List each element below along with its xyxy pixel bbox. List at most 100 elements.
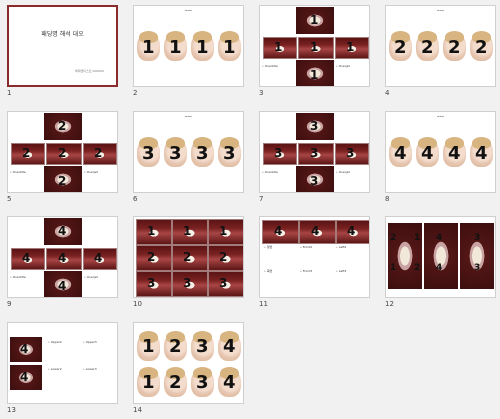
digit-label: 2 [94, 146, 103, 160]
digit-label: 1 [142, 37, 155, 58]
upper3-label: • Upper3 [83, 340, 97, 344]
slide-thumbnail-intraoral-3[interactable]: 3 3 3 3 3 • Overbite • Overjet [259, 111, 370, 193]
digit-label: 4 [223, 336, 236, 357]
digit-label: 1 [414, 233, 421, 243]
slide-thumbnail-faces-1[interactable]: ▬▬▬ 1 1 1 1 [133, 5, 244, 87]
digit-label: 2 [448, 37, 461, 58]
slide-thumbnail-occlusal[interactable]: 2 1 4 3 1 2 4 3 [385, 216, 496, 298]
overjet-label: • Overjet [84, 170, 98, 174]
left3-label: • Left3 [336, 269, 347, 273]
digit-label: 4 [94, 251, 103, 265]
digit-label: 2 [475, 37, 488, 58]
digit-label: 4 [347, 224, 356, 238]
slide-thumbnail-intraoral-1[interactable]: 1 1 1 1 1 • Overbite • Overjet [259, 5, 370, 87]
digit-label: 2 [58, 146, 67, 160]
digit-label: 1 [310, 13, 319, 27]
digit-label: 3 [196, 336, 209, 357]
slide-number: 13 [7, 406, 16, 414]
digit-label: 1 [310, 40, 319, 54]
title-slide-subtitle: 해피덴티스트 000000 [75, 69, 104, 73]
digit-label: 1 [219, 224, 228, 238]
digit-label: 3 [310, 119, 319, 133]
slide-number: 11 [259, 300, 268, 308]
digit-label: 4 [448, 143, 461, 164]
slide-thumbnail-faces-2[interactable]: ▬▬▬ 2 2 2 2 [385, 5, 496, 87]
digit-label: 2 [147, 250, 156, 264]
front-view-label: • 정면 [264, 245, 273, 249]
digit-label: 1 [274, 40, 283, 54]
slide-number: 4 [385, 89, 390, 97]
digit-label: 1 [223, 37, 236, 58]
digit-label: 3 [223, 143, 236, 164]
title-slide-title: 패딩명 해석 대오 [41, 31, 84, 38]
digit-label: 4 [394, 143, 407, 164]
digit-label: 3 [310, 174, 319, 188]
front2-label: • Front2 [300, 245, 313, 249]
slide-sorter-panel: { "title_slide": { "title": "패딩명 해석 대오",… [0, 0, 500, 419]
slide-thumbnail-intraoral-2[interactable]: 2 2 2 2 2 • Overbite • Overjet [7, 111, 118, 193]
slide-thumbnail-faces-grid[interactable]: 1 2 3 4 1 2 3 4 [133, 322, 244, 404]
digit-label: 4 [20, 342, 29, 356]
digit-label: 3 [474, 233, 481, 243]
digit-label: 1 [147, 224, 156, 238]
slide-number: 5 [7, 195, 12, 203]
left2-label: • Left2 [336, 245, 347, 249]
digit-label: 4 [22, 251, 31, 265]
slide-thumbnail-intraoral-4[interactable]: 4 4 4 4 4 • Overbite • Overjet [7, 216, 118, 298]
digit-label: 3 [169, 143, 182, 164]
overjet-label: • Overjet [336, 170, 350, 174]
slide-thumbnail-faces-3[interactable]: ▬▬▬ 3 3 3 3 [133, 111, 244, 193]
digit-label: 2 [394, 37, 407, 58]
digit-label: 1 [169, 37, 182, 58]
digit-label: 4 [20, 370, 29, 384]
digit-label: 2 [414, 263, 421, 273]
digit-label: 4 [421, 143, 434, 164]
front3-label: • Front3 [300, 269, 313, 273]
digit-label: 4 [274, 224, 283, 238]
digit-label: 2 [58, 174, 67, 188]
lower2-label: • Lower2 [48, 367, 62, 371]
digit-label: 3 [142, 143, 155, 164]
digit-label: 1 [346, 40, 355, 54]
digit-label: 2 [169, 336, 182, 357]
slide-number: 6 [133, 195, 138, 203]
digit-label: 4 [436, 233, 443, 243]
side-view-label: • 측면 [264, 269, 273, 273]
digit-label: 4 [311, 224, 320, 238]
digit-label: 2 [183, 250, 192, 264]
slide-number: 8 [385, 195, 390, 203]
slide-number: 12 [385, 300, 394, 308]
digit-label: 4 [58, 251, 67, 265]
digit-label: 1 [142, 372, 155, 393]
digit-label: 4 [58, 279, 67, 293]
overjet-label: • Overjet [84, 275, 98, 279]
slide-header: ▬▬▬ [436, 9, 445, 12]
slide-thumbnail-title[interactable]: 패딩명 해석 대오 해피덴티스트 000000 [7, 5, 118, 87]
digit-label: 2 [421, 37, 434, 58]
overbite-label: • Overbite [10, 275, 26, 279]
slide-number: 1 [7, 89, 12, 97]
slide-number: 14 [133, 406, 142, 414]
digit-label: 2 [169, 372, 182, 393]
slide-header: ▬▬▬ [184, 115, 193, 118]
digit-label: 3 [274, 146, 283, 160]
slide-header: ▬▬▬ [184, 9, 193, 12]
slide-thumbnail-comparison[interactable]: 4 4 4 • 정면 • Front2 • Left2 • 측면 • Front… [259, 216, 370, 298]
slide-number: 10 [133, 300, 142, 308]
digit-label: 4 [475, 143, 488, 164]
overbite-label: • Overbite [262, 64, 278, 68]
slide-number: 9 [7, 300, 12, 308]
digit-label: 4 [58, 224, 67, 238]
digit-label: 4 [436, 263, 443, 273]
slide-thumbnail-intraoral-grid[interactable]: 1 1 1 2 2 2 3 3 3 [133, 216, 244, 298]
digit-label: 3 [219, 276, 228, 290]
slide-number: 3 [259, 89, 264, 97]
slide-thumbnail-arches[interactable]: 4 4 • Upper2 • Upper3 • Lower2 • Lower3 [7, 322, 118, 404]
digit-label: 1 [390, 263, 397, 273]
overbite-label: • Overbite [262, 170, 278, 174]
digit-label: 3 [183, 276, 192, 290]
slide-thumbnail-faces-4[interactable]: ▬▬▬ 4 4 4 4 [385, 111, 496, 193]
overjet-label: • Overjet [336, 64, 350, 68]
digit-label: 3 [147, 276, 156, 290]
digit-label: 1 [142, 336, 155, 357]
